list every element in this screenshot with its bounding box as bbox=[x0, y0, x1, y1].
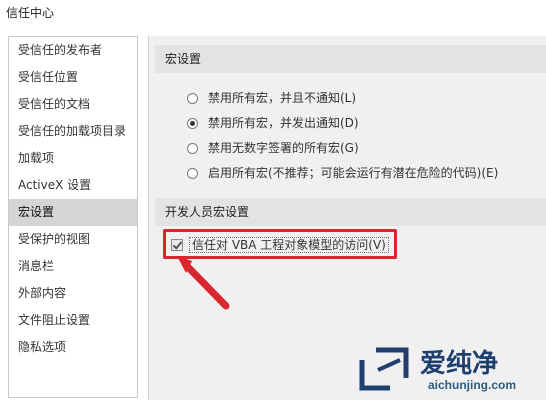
watermark-url: aichunjing.com bbox=[428, 378, 517, 392]
sidebar-item-message-bar[interactable]: 消息栏 bbox=[9, 253, 137, 280]
radio-button[interactable] bbox=[187, 93, 198, 104]
sidebar-item-protected-view[interactable]: 受保护的视图 bbox=[9, 226, 137, 253]
sidebar-item-trusted-addin-catalogs[interactable]: 受信任的加载项目录 bbox=[9, 118, 137, 145]
radio-button-selected[interactable] bbox=[187, 118, 198, 129]
radio-button[interactable] bbox=[187, 143, 198, 154]
radio-disable-no-notify[interactable]: 禁用所有宏，并且不通知(L) bbox=[187, 88, 356, 108]
radio-disable-with-notify[interactable]: 禁用所有宏，并发出通知(D) bbox=[187, 113, 359, 133]
sidebar-item-activex[interactable]: ActiveX 设置 bbox=[9, 172, 137, 199]
radio-enable-all[interactable]: 启用所有宏(不推荐；可能会运行有潜在危险的代码)(E) bbox=[187, 163, 498, 183]
watermark-logo-icon bbox=[359, 347, 409, 391]
sidebar-item-trusted-locations[interactable]: 受信任位置 bbox=[9, 64, 137, 91]
trust-vba-checkbox-row[interactable]: 信任对 VBA 工程对象模型的访问(V) bbox=[171, 235, 389, 255]
watermark-brand: 爱纯净 bbox=[420, 348, 499, 378]
macro-settings-header: 宏设置 bbox=[155, 45, 546, 73]
radio-label: 禁用所有宏，并发出通知(D) bbox=[208, 116, 359, 130]
sidebar-item-external-content[interactable]: 外部内容 bbox=[9, 280, 137, 307]
sidebar-item-privacy[interactable]: 隐私选项 bbox=[9, 334, 137, 361]
radio-label: 禁用所有宏，并且不通知(L) bbox=[208, 91, 357, 105]
sidebar: 受信任的发布者 受信任位置 受信任的文档 受信任的加载项目录 加载项 Activ… bbox=[8, 36, 138, 398]
sidebar-item-file-block[interactable]: 文件阻止设置 bbox=[9, 307, 137, 334]
developer-settings-header: 开发人员宏设置 bbox=[155, 198, 546, 226]
sidebar-item-macro-settings[interactable]: 宏设置 bbox=[9, 199, 137, 226]
sidebar-item-trusted-publishers[interactable]: 受信任的发布者 bbox=[9, 37, 137, 64]
radio-disable-unsigned[interactable]: 禁用无数字签署的所有宏(G) bbox=[187, 138, 359, 158]
trust-vba-label: 信任对 VBA 工程对象模型的访问(V) bbox=[189, 237, 389, 253]
trust-vba-checkbox[interactable] bbox=[171, 239, 183, 251]
window-title: 信任中心 bbox=[6, 6, 55, 20]
sidebar-item-addins[interactable]: 加载项 bbox=[9, 145, 137, 172]
radio-button[interactable] bbox=[187, 168, 198, 179]
sidebar-item-trusted-documents[interactable]: 受信任的文档 bbox=[9, 91, 137, 118]
radio-label: 禁用无数字签署的所有宏(G) bbox=[208, 141, 359, 155]
radio-label: 启用所有宏(不推荐；可能会运行有潜在危险的代码)(E) bbox=[208, 166, 499, 180]
